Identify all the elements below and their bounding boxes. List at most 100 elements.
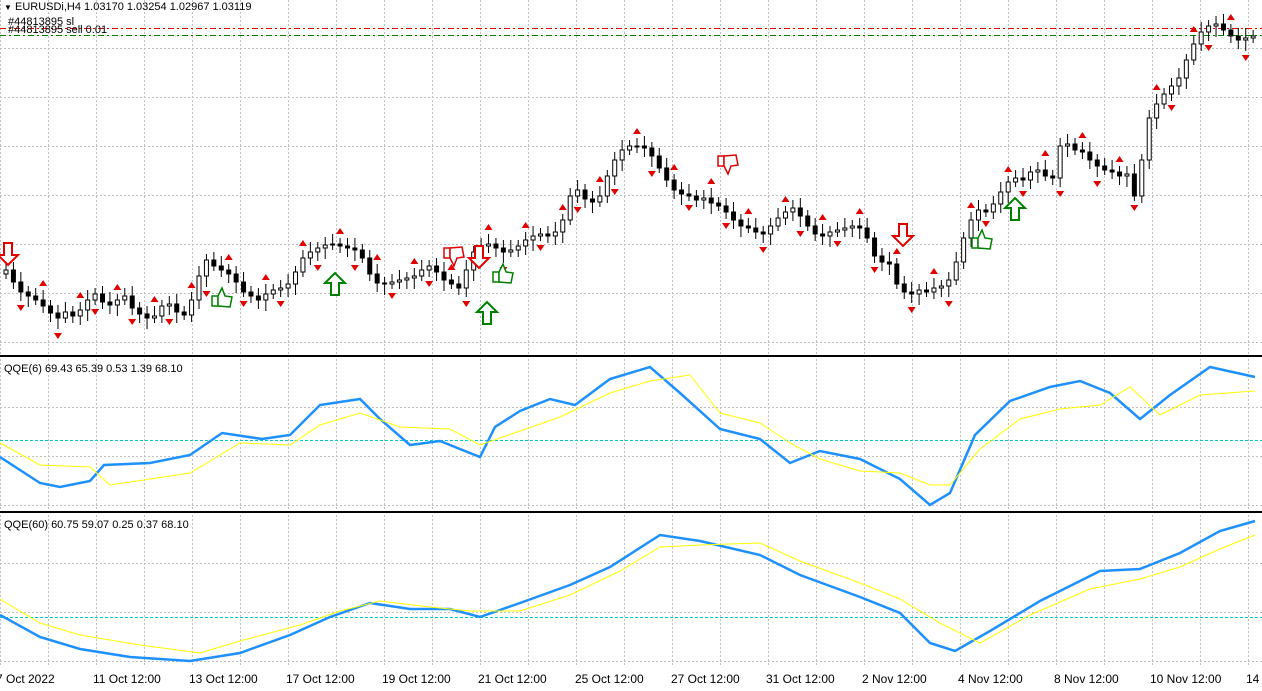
candle-bear — [894, 263, 900, 285]
candle-bull — [159, 305, 165, 317]
fractal-up-marker-icon — [1041, 150, 1050, 156]
candle-bull — [701, 197, 707, 201]
candle-bear — [760, 231, 766, 235]
candle-bull — [842, 227, 848, 231]
thumb-hand — [498, 262, 514, 284]
pane-separator[interactable] — [0, 511, 1262, 513]
qqe6-canvas[interactable] — [0, 359, 1262, 511]
candle-bull — [396, 279, 402, 283]
fractal-down-marker-icon — [276, 301, 285, 307]
candle-bear — [218, 265, 224, 271]
candle-bull — [330, 243, 336, 246]
fractal-up-marker-icon — [855, 208, 864, 214]
pane-separator[interactable] — [0, 355, 1262, 357]
candle-bull — [827, 231, 833, 237]
fractal-down-marker-icon — [313, 265, 322, 271]
candle-bull — [307, 251, 313, 259]
price-chart-canvas[interactable] — [0, 0, 1262, 355]
candle-bull — [552, 231, 558, 237]
candle-bear — [382, 282, 388, 285]
fractal-down-marker-icon — [388, 293, 397, 299]
fractal-down-marker-icon — [1167, 105, 1176, 111]
qqe60-fast-line — [0, 519, 1256, 663]
qqe6-indicator-pane[interactable]: QQE(6) 69.43 65.39 0.53 1.39 68.10 — [0, 359, 1262, 511]
candle-bull — [1154, 103, 1160, 119]
qqe60-indicator-pane[interactable]: QQE(60) 60.75 59.07 0.25 0.37 68.10 — [0, 515, 1262, 667]
candle-bear — [679, 189, 685, 195]
fractal-up-marker-icon — [558, 204, 567, 210]
candle-bull — [1139, 159, 1145, 197]
candle-bear — [25, 291, 31, 297]
collapse-triangle-icon[interactable]: ▼ — [4, 3, 12, 12]
time-axis-label: 21 Oct 12:00 — [478, 672, 547, 686]
fractal-down-marker-icon — [870, 267, 879, 273]
candle-bull — [389, 281, 395, 285]
qqe60-canvas[interactable] — [0, 515, 1262, 667]
symbol-quote-text: EURUSDi,H4 1.03170 1.03254 1.02967 1.031… — [14, 1, 252, 13]
qqe60-label: QQE(60) 60.75 59.07 0.25 0.37 68.10 — [4, 519, 189, 531]
candle-bear — [879, 255, 885, 263]
time-axis-label: 11 Oct 12:00 — [93, 672, 161, 686]
order-sell-label[interactable]: #44813895 sell 0.01 — [8, 24, 107, 36]
candle-bull — [1005, 181, 1011, 193]
candle-bear — [723, 205, 729, 213]
fractal-down-marker-icon — [350, 265, 359, 271]
candle-bull — [293, 271, 299, 285]
time-axis-label: 25 Oct 12:00 — [575, 672, 644, 686]
candle-bull — [567, 195, 573, 221]
time-axis-label: 17 Oct 12:00 — [286, 672, 355, 686]
candle-bear — [641, 145, 647, 149]
candle-bull — [931, 287, 937, 293]
thumb-hand — [977, 228, 993, 250]
candle-bear — [1109, 169, 1115, 173]
candle-bull — [1057, 145, 1063, 179]
candle-bull — [263, 293, 269, 301]
candle-bull — [486, 243, 492, 247]
candle-bear — [1072, 143, 1078, 151]
candle-bear — [233, 273, 239, 283]
candle-bear — [924, 289, 930, 293]
candle-bull — [1168, 85, 1174, 95]
fractal-up-marker-icon — [1115, 156, 1124, 162]
fractal-down-marker-icon — [573, 207, 582, 213]
candle-bull — [916, 289, 922, 295]
fractal-down-marker-icon — [53, 333, 62, 339]
candle-bear — [1102, 165, 1108, 171]
fractal-down-marker-icon — [91, 309, 100, 315]
fractal-down-marker-icon — [165, 319, 174, 325]
candle-bull — [1124, 173, 1130, 177]
candle-bear — [1094, 159, 1100, 167]
candle-bull — [604, 175, 610, 197]
thumbs-down-icon — [443, 246, 465, 268]
thick-down-arrow-icon — [0, 242, 21, 267]
candle-bull — [463, 269, 469, 289]
candle-bull — [597, 195, 603, 203]
price-chart-pane[interactable]: ▼ EURUSDi,H4 1.03170 1.03254 1.02967 1.0… — [0, 0, 1262, 355]
candle-bear — [255, 295, 261, 301]
candle-bull — [278, 287, 284, 291]
fractal-up-marker-icon — [670, 164, 679, 170]
time-axis-label: 27 Oct 12:00 — [671, 672, 740, 686]
candle-bear — [745, 225, 751, 229]
time-axis: 7 Oct 2022 11 Oct 12:00 13 Oct 12:00 17 … — [0, 667, 1262, 691]
candle-bull — [189, 299, 195, 316]
candle-bull — [537, 233, 543, 237]
candle-bear — [901, 283, 907, 293]
fractal-up-marker-icon — [818, 214, 827, 220]
candle-bull — [849, 225, 855, 229]
candle-bull — [515, 245, 521, 251]
fractal-up-marker-icon — [39, 280, 48, 286]
thumbs-down-icon — [717, 154, 739, 176]
candle-bear — [226, 269, 232, 275]
candle-bear — [1079, 149, 1085, 153]
fractal-down-marker-icon — [759, 247, 768, 253]
candle-bear — [448, 279, 454, 285]
fractal-up-marker-icon — [892, 248, 901, 254]
candle-bear — [55, 312, 61, 319]
candle-bull — [523, 239, 529, 247]
candle-bear — [40, 299, 46, 307]
candle-bear — [48, 305, 54, 314]
fractal-up-marker-icon — [150, 296, 159, 302]
fractal-up-marker-icon — [781, 196, 790, 202]
fractal-up-marker-icon — [744, 208, 753, 214]
